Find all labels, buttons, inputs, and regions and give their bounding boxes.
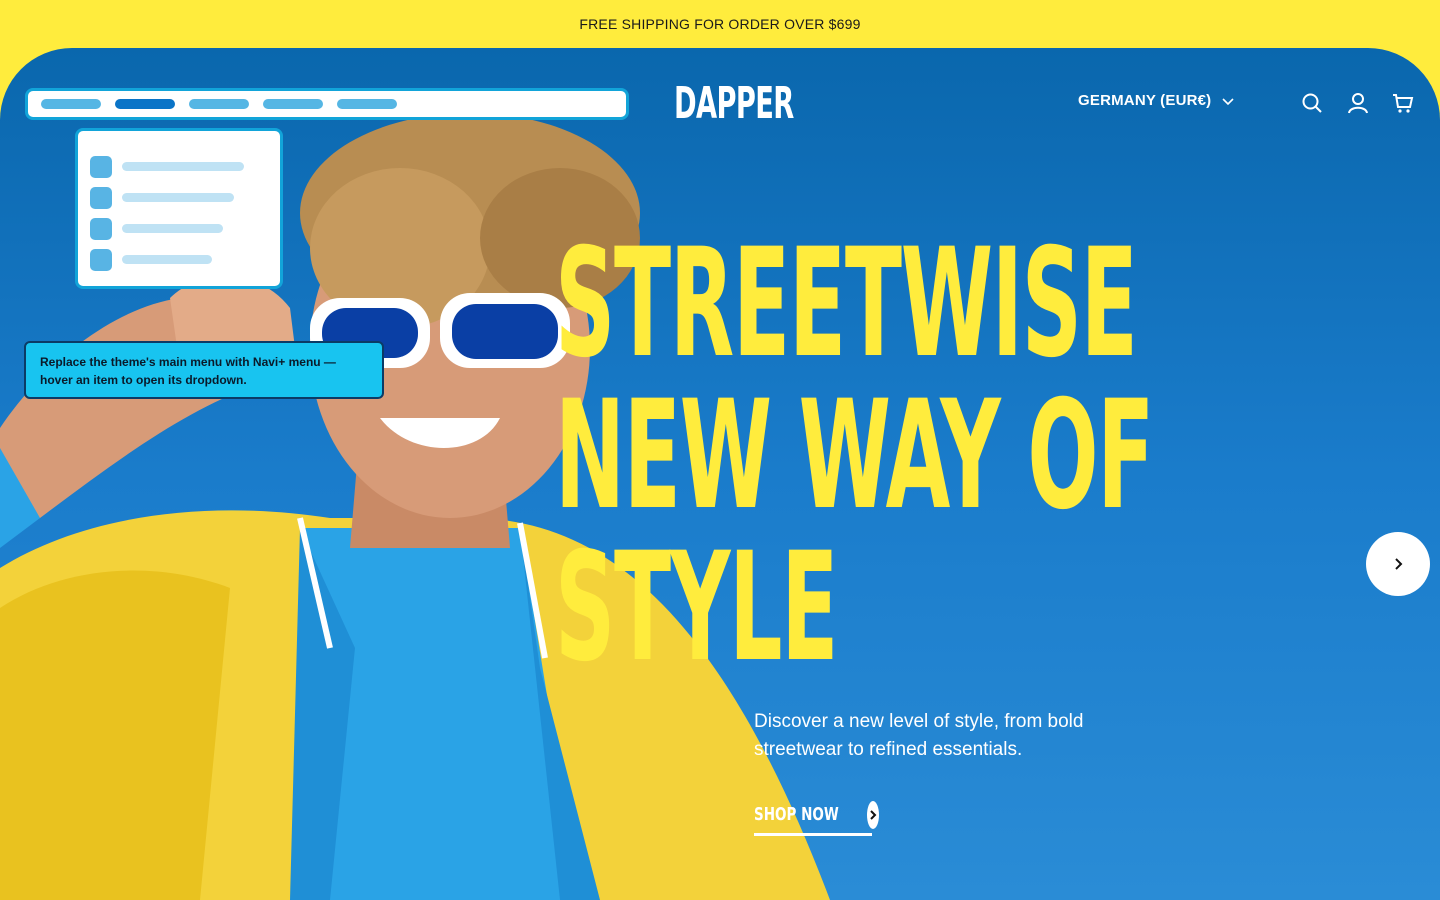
headline-line-3: STYLE bbox=[555, 521, 838, 695]
slider-next-button[interactable] bbox=[1366, 532, 1430, 596]
chevron-right-icon bbox=[1395, 558, 1403, 570]
site-logo[interactable]: DAPPER bbox=[674, 80, 794, 128]
announcement-text: FREE SHIPPING FOR ORDER OVER $699 bbox=[579, 16, 861, 32]
dropdown-row-line bbox=[122, 255, 212, 264]
dropdown-row[interactable] bbox=[90, 244, 280, 275]
dropdown-row-icon bbox=[90, 217, 112, 240]
announcement-bar: FREE SHIPPING FOR ORDER OVER $699 bbox=[0, 0, 1440, 48]
cart-icon[interactable] bbox=[1392, 92, 1414, 114]
shop-now-button[interactable]: SHOP NOW bbox=[754, 796, 880, 836]
hero-section: DAPPER GERMANY (EUR€) Replace the theme'… bbox=[0, 48, 1440, 900]
tooltip-line-1: Replace the theme's main menu with Navi+… bbox=[40, 355, 336, 369]
navi-menu-mock[interactable] bbox=[25, 88, 629, 120]
dropdown-row-icon bbox=[90, 155, 112, 178]
tooltip-line-2: hover an item to open its dropdown. bbox=[40, 373, 247, 387]
arrow-right-icon bbox=[867, 800, 880, 829]
dropdown-row-icon bbox=[90, 186, 112, 209]
navi-dropdown-mock bbox=[75, 128, 283, 289]
nav-item-5[interactable] bbox=[337, 99, 397, 109]
nav-item-1[interactable] bbox=[41, 99, 101, 109]
dropdown-row-line bbox=[122, 162, 244, 171]
nav-item-4[interactable] bbox=[263, 99, 323, 109]
dropdown-row[interactable] bbox=[90, 213, 280, 244]
dropdown-row-line bbox=[122, 193, 234, 202]
navi-tooltip: Replace the theme's main menu with Navi+… bbox=[24, 341, 384, 399]
country-selector-label: GERMANY (EUR€) bbox=[1078, 92, 1212, 109]
dropdown-row[interactable] bbox=[90, 182, 280, 213]
dropdown-row-icon bbox=[90, 248, 112, 271]
shop-now-label: SHOP NOW bbox=[754, 804, 839, 825]
dropdown-row[interactable] bbox=[90, 151, 280, 182]
headline-line-1: STREETWISE bbox=[555, 217, 1138, 391]
hero-subcopy: Discover a new level of style, from bold… bbox=[754, 711, 1084, 760]
chevron-down-icon bbox=[1222, 97, 1234, 105]
nav-item-3[interactable] bbox=[189, 99, 249, 109]
account-icon[interactable] bbox=[1347, 92, 1369, 114]
dropdown-row-line bbox=[122, 224, 223, 233]
search-icon[interactable] bbox=[1301, 92, 1323, 114]
country-selector[interactable]: GERMANY (EUR€) bbox=[1078, 92, 1235, 109]
headline-line-2: NEW WAY OF bbox=[555, 369, 1154, 543]
nav-item-2[interactable] bbox=[115, 99, 175, 109]
hero-headline: STREETWISE NEW WAY OF STYLE bbox=[555, 217, 1154, 695]
